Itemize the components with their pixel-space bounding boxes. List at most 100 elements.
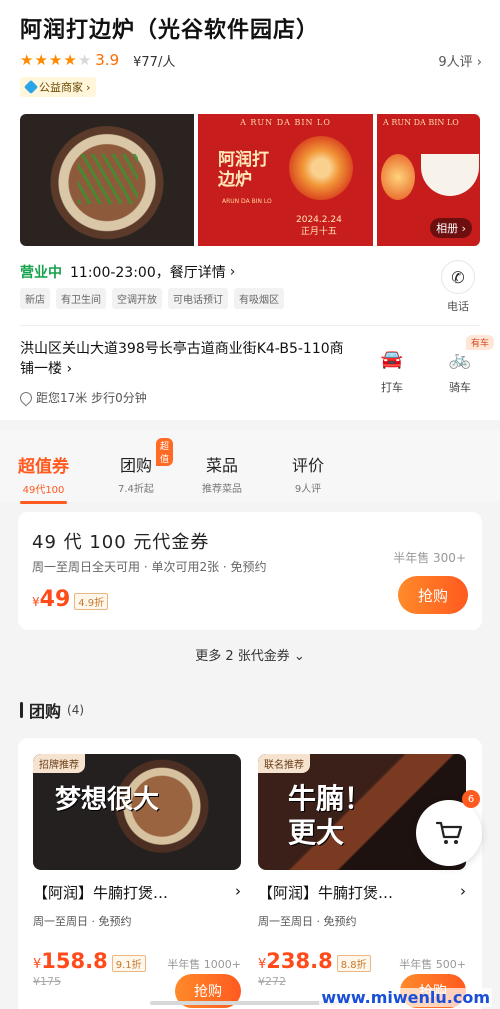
business-hours[interactable]: 营业中 11:00-23:00，餐厅详情 › <box>20 262 235 282</box>
lantern-icon <box>289 136 353 200</box>
deal-price: ¥ 238.8 8.8折 半年售 500+ <box>258 949 466 973</box>
voucher-buy-button[interactable]: 抢购 <box>398 576 468 614</box>
rating-score: 3.9 <box>95 51 120 69</box>
star-icon: ★ <box>34 51 48 69</box>
shop-title: 阿润打边炉（光谷软件园店） <box>20 18 320 43</box>
tab-sublabel: 49代100 <box>22 485 65 496</box>
distance-info: 距您17米 步行0分钟 <box>17 389 147 406</box>
deal-image: 招牌推荐 梦想很大 <box>33 754 241 870</box>
poster-festival: 正月十五 <box>300 227 337 237</box>
tab-dishes[interactable]: 菜品 推荐菜品 <box>202 452 242 495</box>
album-label: 相册 <box>436 222 459 235</box>
photo-poster[interactable]: A RUN DA BIN LO 阿润打边炉 ARUN DA BIN LO 202… <box>198 114 373 246</box>
chevron-right-icon: › <box>66 361 73 377</box>
distance-text: 距您17米 步行0分钟 <box>36 391 147 405</box>
tab-reviews[interactable]: 评价 9人评 <box>292 452 324 495</box>
divider <box>20 325 480 326</box>
star-icon: ★ <box>77 51 92 69</box>
more-vouchers-link[interactable]: 更多 2 张代金券 ⌄ <box>0 645 500 664</box>
tab-label: 团购 <box>119 456 152 475</box>
deal-name: 【阿润】牛腩打煲… › <box>33 882 241 903</box>
poster-logo-text: 阿润打边炉 <box>218 150 269 190</box>
tab-label: 菜品 <box>205 456 238 475</box>
bike-button[interactable]: 有车 🚲 骑车 <box>440 335 494 395</box>
photo-dessert[interactable]: A RUN DA BIN LO 相册 › <box>377 114 480 246</box>
chevron-right-icon: › <box>86 80 91 94</box>
photo-gallery[interactable]: A RUN DA BIN LO 阿润打边炉 ARUN DA BIN LO 202… <box>20 114 480 246</box>
review-count-label: 9人评 <box>438 54 473 70</box>
tab-label: 评价 <box>292 456 325 475</box>
public-badge-label: 公益商家 <box>39 81 83 94</box>
phone-label: 电话 <box>447 300 469 313</box>
chevron-right-icon: › <box>235 882 241 900</box>
hours-text: 11:00-23:00，餐厅详情 <box>70 265 226 281</box>
review-count-link[interactable]: 9人评 › <box>438 51 482 70</box>
chevron-right-icon: › <box>229 264 236 280</box>
poster-head-text: A RUN DA BIN LO <box>240 118 331 127</box>
cart-count-badge: 6 <box>462 790 480 808</box>
cart-icon <box>435 821 463 844</box>
price-value: 49 <box>39 587 71 612</box>
address-link[interactable]: 洪山区关山大道398号长亭古道商业街K4-B5-110商铺一楼 › <box>20 339 350 379</box>
tab-sublabel: 9人评 <box>294 484 322 495</box>
star-icon: ★ <box>20 51 34 69</box>
tab-sublabel: 7.4折起 <box>118 484 154 495</box>
shopping-cart-button[interactable]: 6 <box>416 790 482 866</box>
deal-tag: 联名推荐 <box>258 754 310 773</box>
star-icon: ★ <box>63 51 77 69</box>
star-rating: ★ ★ ★ ★ ★ <box>20 50 91 70</box>
group-title: 团购 <box>29 702 62 721</box>
tab-badge: 超值 <box>156 438 174 466</box>
chevron-right-icon: › <box>461 222 466 235</box>
photo-hotpot[interactable] <box>20 114 194 246</box>
album-button[interactable]: 相册 › <box>430 218 472 238</box>
bike-label: 骑车 <box>449 381 471 394</box>
group-buy-list: 招牌推荐 梦想很大 【阿润】牛腩打煲… › 周一至周日 · 免预约 ¥ 158.8… <box>18 738 482 1009</box>
chevron-right-icon: › <box>460 882 466 900</box>
poster-head-text: A RUN DA BIN LO <box>383 118 459 127</box>
voucher-description: 周一至周日全天可用 · 单次可用2张 · 免预约 <box>32 560 267 574</box>
voucher-sold-count: 半年售 300+ <box>393 551 466 565</box>
deal-image-text: 牛腩！更大 <box>288 782 373 849</box>
voucher-title: 49 代 100 元代金券 <box>32 532 210 553</box>
discount-badge: 8.8折 <box>336 955 371 972</box>
phone-button[interactable]: ✆ 电话 <box>440 260 476 314</box>
facility-tag: 有卫生间 <box>56 288 106 309</box>
price-value: 158.8 <box>41 949 108 973</box>
star-icon: ★ <box>48 51 63 69</box>
currency-symbol: ¥ <box>258 957 267 972</box>
deal-name-text: 【阿润】牛腩打煲… <box>258 884 394 902</box>
deal-name-text: 【阿润】牛腩打煲… <box>33 884 169 902</box>
welfare-icon <box>23 79 39 95</box>
deal-name: 【阿润】牛腩打煲… › <box>258 882 466 903</box>
group-buy-heading: 团购 (4) <box>20 698 84 722</box>
poster-date: 2024.2.24 正月十五 <box>296 214 342 238</box>
voucher-card[interactable]: 49 代 100 元代金券 周一至周日全天可用 · 单次可用2张 · 免预约 ¥… <box>18 512 482 630</box>
group-count: (4) <box>67 703 85 717</box>
chevron-right-icon: › <box>476 54 482 70</box>
deal-sold-count: 半年售 1000+ <box>167 958 241 971</box>
active-tab-indicator <box>20 501 67 504</box>
tab-vouchers[interactable]: 超值券 49代100 <box>18 452 69 504</box>
price-per-person: ¥77/人 <box>133 54 176 70</box>
more-vouchers-label: 更多 2 张代金券 <box>195 649 290 664</box>
facility-tag: 可电话预订 <box>168 288 228 309</box>
lantern-icon <box>381 154 415 200</box>
deal-card[interactable]: 招牌推荐 梦想很大 【阿润】牛腩打煲… › 周一至周日 · 免预约 ¥ 158.8… <box>33 754 241 988</box>
tab-group-buy[interactable]: 超值 团购 7.4折起 <box>118 438 174 495</box>
deal-price: ¥ 158.8 9.1折 半年售 1000+ <box>33 949 241 973</box>
deal-meta: 周一至周日 · 免预约 <box>258 915 357 928</box>
discount-badge: 9.1折 <box>111 955 146 972</box>
tab-label: 超值券 <box>18 457 69 477</box>
taxi-button[interactable]: 🚘 打车 <box>372 349 412 395</box>
open-status: 营业中 <box>20 265 62 281</box>
public-welfare-badge[interactable]: 公益商家 › <box>20 77 97 97</box>
shop-header-section: 阿润打边炉（光谷软件园店） ★ ★ ★ ★ ★ 3.9 ¥77/人 9人评 › … <box>0 0 500 420</box>
currency-symbol: ¥ <box>32 595 40 609</box>
voucher-price: ¥ 49 4.9折 <box>32 587 109 612</box>
bowl-image <box>421 154 479 196</box>
location-pin-icon <box>17 389 35 406</box>
chevron-down-icon: ⌄ <box>293 649 305 664</box>
deal-card[interactable]: 联名推荐 牛腩！更大 【阿润】牛腩打煲… › 周一至周日 · 免预约 ¥ 238.… <box>258 754 466 988</box>
price-value: 238.8 <box>266 949 333 973</box>
